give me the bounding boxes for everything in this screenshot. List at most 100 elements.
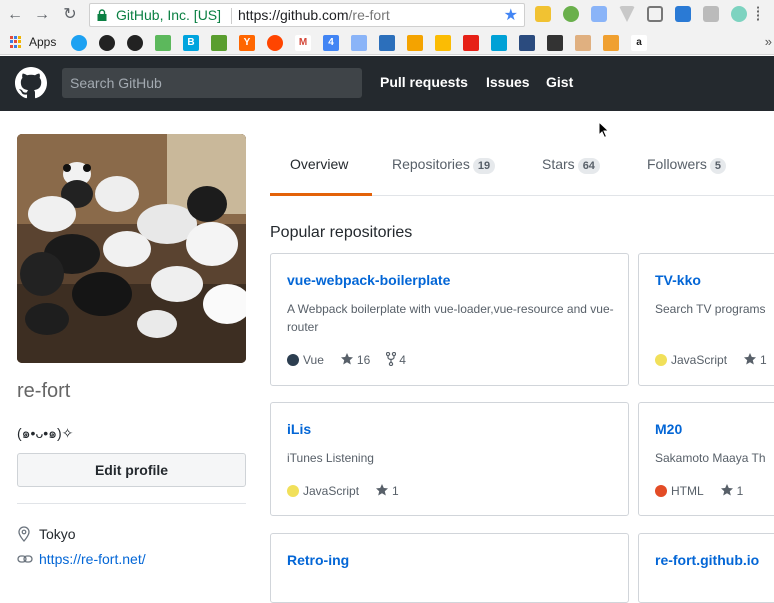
tab-followers-label: Followers [647, 156, 707, 172]
hatena-bookmark-icon[interactable]: B [183, 35, 199, 51]
edit-profile-button[interactable]: Edit profile [17, 453, 246, 487]
thumb-bookmark-icon[interactable] [575, 35, 591, 51]
tab-repositories-label: Repositories [392, 156, 470, 172]
translate-bookmark-icon[interactable] [351, 35, 367, 51]
reload-button[interactable]: ↻ [59, 4, 81, 26]
repo-card: re-fort.github.io [638, 533, 774, 603]
lock-extension-icon[interactable] [535, 6, 551, 22]
blue-bookmark-icon[interactable] [379, 35, 395, 51]
language-color-dot [287, 485, 299, 497]
calendar-bookmark-icon[interactable]: 4 [323, 35, 339, 51]
apps-icon[interactable] [10, 36, 22, 48]
repo-name-link[interactable]: vue-webpack-boilerplate [287, 272, 450, 288]
code-extension-icon[interactable] [731, 6, 747, 22]
book-bookmark-icon[interactable] [547, 35, 563, 51]
bookmarks-bar: Apps B Y M 4 a » [0, 30, 774, 55]
crown-bookmark-icon[interactable] [211, 35, 227, 51]
language-color-dot [287, 354, 299, 366]
amazon-bookmark-icon[interactable]: a [631, 35, 647, 51]
repo-description: iTunes Listening [287, 451, 374, 465]
github-header: Search GitHub Pull requests Issues Gist [0, 56, 774, 111]
tab-repositories[interactable]: Repositories 19 [392, 156, 496, 174]
repo-name-link[interactable]: iLis [287, 421, 311, 437]
repo-meta: HTML 1 [655, 483, 743, 498]
profile-avatar[interactable] [17, 134, 246, 363]
location-pin-icon [18, 526, 30, 542]
trello-extension-icon[interactable] [675, 6, 691, 22]
star-icon [340, 353, 353, 365]
youtube-bookmark-icon[interactable] [463, 35, 479, 51]
bookmark-star-icon[interactable]: ★ [504, 5, 518, 25]
language-color-dot [655, 354, 667, 366]
repo-name-link[interactable]: Retro-ing [287, 552, 349, 568]
repo-stars[interactable]: 1 [737, 484, 744, 498]
repo-name-link[interactable]: M20 [655, 421, 682, 437]
tab-stars-label: Stars [542, 156, 575, 172]
gmail-bookmark-icon[interactable]: M [295, 35, 311, 51]
repo-meta: Vue 16 4 [287, 352, 406, 367]
nav-gist[interactable]: Gist [546, 74, 573, 90]
repo-language: JavaScript [303, 484, 360, 498]
url-path: /re-fort [348, 7, 390, 23]
chart-bookmark-icon[interactable] [407, 35, 423, 51]
url-host: https://github.com [238, 7, 349, 23]
active-tab-indicator [270, 193, 372, 196]
repo-language: Vue [303, 353, 324, 367]
repo-name-link[interactable]: re-fort.github.io [655, 552, 759, 568]
target-bookmark-icon[interactable] [99, 35, 115, 51]
tab-followers[interactable]: Followers 5 [647, 156, 727, 174]
orange-bookmark-icon[interactable] [603, 35, 619, 51]
profile-divider [17, 503, 246, 504]
repo-stars[interactable]: 1 [760, 353, 767, 367]
nav-issues[interactable]: Issues [486, 74, 530, 90]
repo-card: iLis iTunes Listening JavaScript 1 [270, 402, 629, 516]
star-icon [744, 353, 757, 365]
tab-stars[interactable]: Stars 64 [542, 156, 600, 174]
more-bookmarks-icon[interactable]: » [765, 34, 772, 49]
website-link[interactable]: https://re-fort.net/ [39, 551, 146, 567]
translate-extension-icon[interactable] [591, 6, 607, 22]
back-button[interactable]: ← [4, 4, 26, 26]
apps-bookmark[interactable]: Apps [29, 35, 56, 49]
vee-extension-icon[interactable] [619, 6, 635, 22]
repo-meta: JavaScript 1 [655, 352, 767, 367]
gray-extension-icon[interactable] [703, 6, 719, 22]
followers-count-badge: 5 [709, 158, 727, 174]
url-text[interactable]: https://github.com/re-fort [238, 7, 390, 23]
repo-description: Sakamoto Maaya Th [655, 451, 766, 465]
repo-forks[interactable]: 4 [399, 353, 406, 367]
drive-bookmark-icon[interactable] [435, 35, 451, 51]
green-extension-icon[interactable] [563, 6, 579, 22]
hackernews-bookmark-icon[interactable]: Y [239, 35, 255, 51]
repositories-count-badge: 19 [472, 158, 496, 174]
chrome-menu-icon[interactable] [757, 6, 761, 22]
tv-bookmark-icon[interactable] [491, 35, 507, 51]
lock-icon [97, 9, 107, 21]
repo-card: vue-webpack-boilerplate A Webpack boiler… [270, 253, 629, 386]
reddit-bookmark-icon[interactable] [267, 35, 283, 51]
avatar-photo-figurines [17, 134, 246, 363]
repo-stars[interactable]: 1 [392, 484, 399, 498]
forward-button[interactable]: → [31, 4, 53, 26]
github-logo-icon[interactable] [15, 67, 47, 99]
green-bookmark-icon[interactable] [155, 35, 171, 51]
browser-toolbar: ← → ↻ GitHub, Inc. [US] https://github.c… [0, 0, 774, 30]
repo-card: Retro-ing [270, 533, 629, 603]
navy-bookmark-icon[interactable] [519, 35, 535, 51]
stars-count-badge: 64 [577, 158, 600, 174]
star-icon [720, 484, 733, 496]
nav-pull-requests[interactable]: Pull requests [380, 74, 468, 90]
language-color-dot [655, 485, 667, 497]
github-search-input[interactable]: Search GitHub [62, 68, 362, 98]
tab-overview[interactable]: Overview [290, 156, 348, 172]
repo-stars[interactable]: 16 [357, 353, 370, 367]
repo-language: JavaScript [671, 353, 728, 367]
repo-name-link[interactable]: TV-kko [655, 272, 701, 288]
repo-description: Search TV programs [655, 302, 766, 316]
repo-description: A Webpack boilerplate with vue-loader,vu… [287, 302, 614, 334]
popular-repositories-heading: Popular repositories [270, 224, 413, 241]
address-bar[interactable]: GitHub, Inc. [US] https://github.com/re-… [89, 3, 525, 27]
github-bookmark-icon[interactable] [127, 35, 143, 51]
cast-icon[interactable] [647, 6, 663, 22]
twitter-bookmark-icon[interactable] [71, 35, 87, 51]
